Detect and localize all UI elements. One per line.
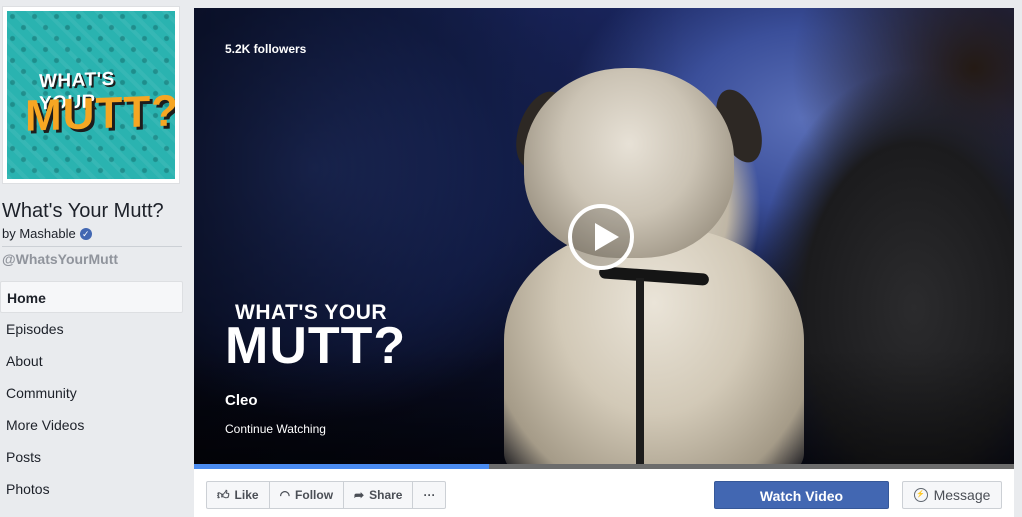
sidebar-item-photos[interactable]: Photos — [0, 473, 183, 505]
verified-icon: ✓ — [79, 227, 92, 240]
more-options-button[interactable]: ··· — [413, 482, 445, 508]
share-button[interactable]: ➦ Share — [344, 482, 414, 508]
video-progress-bar[interactable] — [194, 464, 1014, 469]
page-handle[interactable]: @WhatsYourMutt — [2, 251, 118, 267]
profile-picture[interactable]: WHAT'S YOUR MUTT? — [2, 6, 180, 184]
more-icon: ··· — [423, 488, 436, 502]
message-label: Message — [933, 487, 991, 503]
profile-picture-artwork: WHAT'S YOUR MUTT? — [7, 11, 175, 179]
watch-video-button[interactable]: Watch Video — [714, 481, 889, 509]
episode-title[interactable]: Cleo — [225, 392, 258, 409]
page-actions-group: 👍︎ Like ◠ Follow ➦ Share ··· — [206, 481, 447, 509]
sidebar-nav: Home Episodes About Community More Video… — [0, 281, 183, 505]
message-icon: ⚡ — [913, 488, 928, 502]
sidebar-item-episodes[interactable]: Episodes — [0, 313, 183, 345]
like-label: Like — [234, 488, 259, 502]
like-icon: 👍︎ — [217, 487, 230, 502]
sidebar-item-more-videos[interactable]: More Videos — [0, 409, 183, 441]
action-bar: 👍︎ Like ◠ Follow ➦ Share ··· Watch Video… — [194, 469, 1014, 517]
byline: by Mashable ✓ — [2, 226, 92, 241]
like-button[interactable]: 👍︎ Like — [207, 482, 270, 508]
cover-video[interactable]: 5.2K followers WHAT'S YOUR MUTT? Cleo Co… — [194, 8, 1014, 469]
byline-text[interactable]: by Mashable — [2, 226, 76, 241]
continue-watching-link[interactable]: Continue Watching — [225, 422, 326, 436]
page-name[interactable]: What's Your Mutt? — [2, 200, 164, 223]
follow-label: Follow — [295, 488, 334, 502]
sidebar-item-community[interactable]: Community — [0, 377, 183, 409]
dog-body — [504, 228, 804, 469]
follow-icon: ◠ — [279, 488, 291, 502]
follow-button[interactable]: ◠ Follow — [270, 482, 345, 508]
show-logo-line2: MUTT? — [225, 317, 407, 375]
followers-count: 5.2K followers — [225, 42, 307, 56]
sidebar-item-home[interactable]: Home — [0, 281, 183, 313]
share-label: Share — [369, 488, 403, 502]
message-button[interactable]: ⚡ Message — [902, 481, 1002, 509]
divider — [2, 246, 182, 247]
dog-leash — [636, 278, 644, 469]
profile-logo-line2: MUTT? — [25, 86, 175, 141]
sidebar-item-posts[interactable]: Posts — [0, 441, 183, 473]
video-progress-fill — [194, 464, 490, 469]
share-icon: ➦ — [354, 488, 365, 502]
sidebar-item-about[interactable]: About — [0, 345, 183, 377]
play-icon[interactable] — [568, 204, 634, 270]
